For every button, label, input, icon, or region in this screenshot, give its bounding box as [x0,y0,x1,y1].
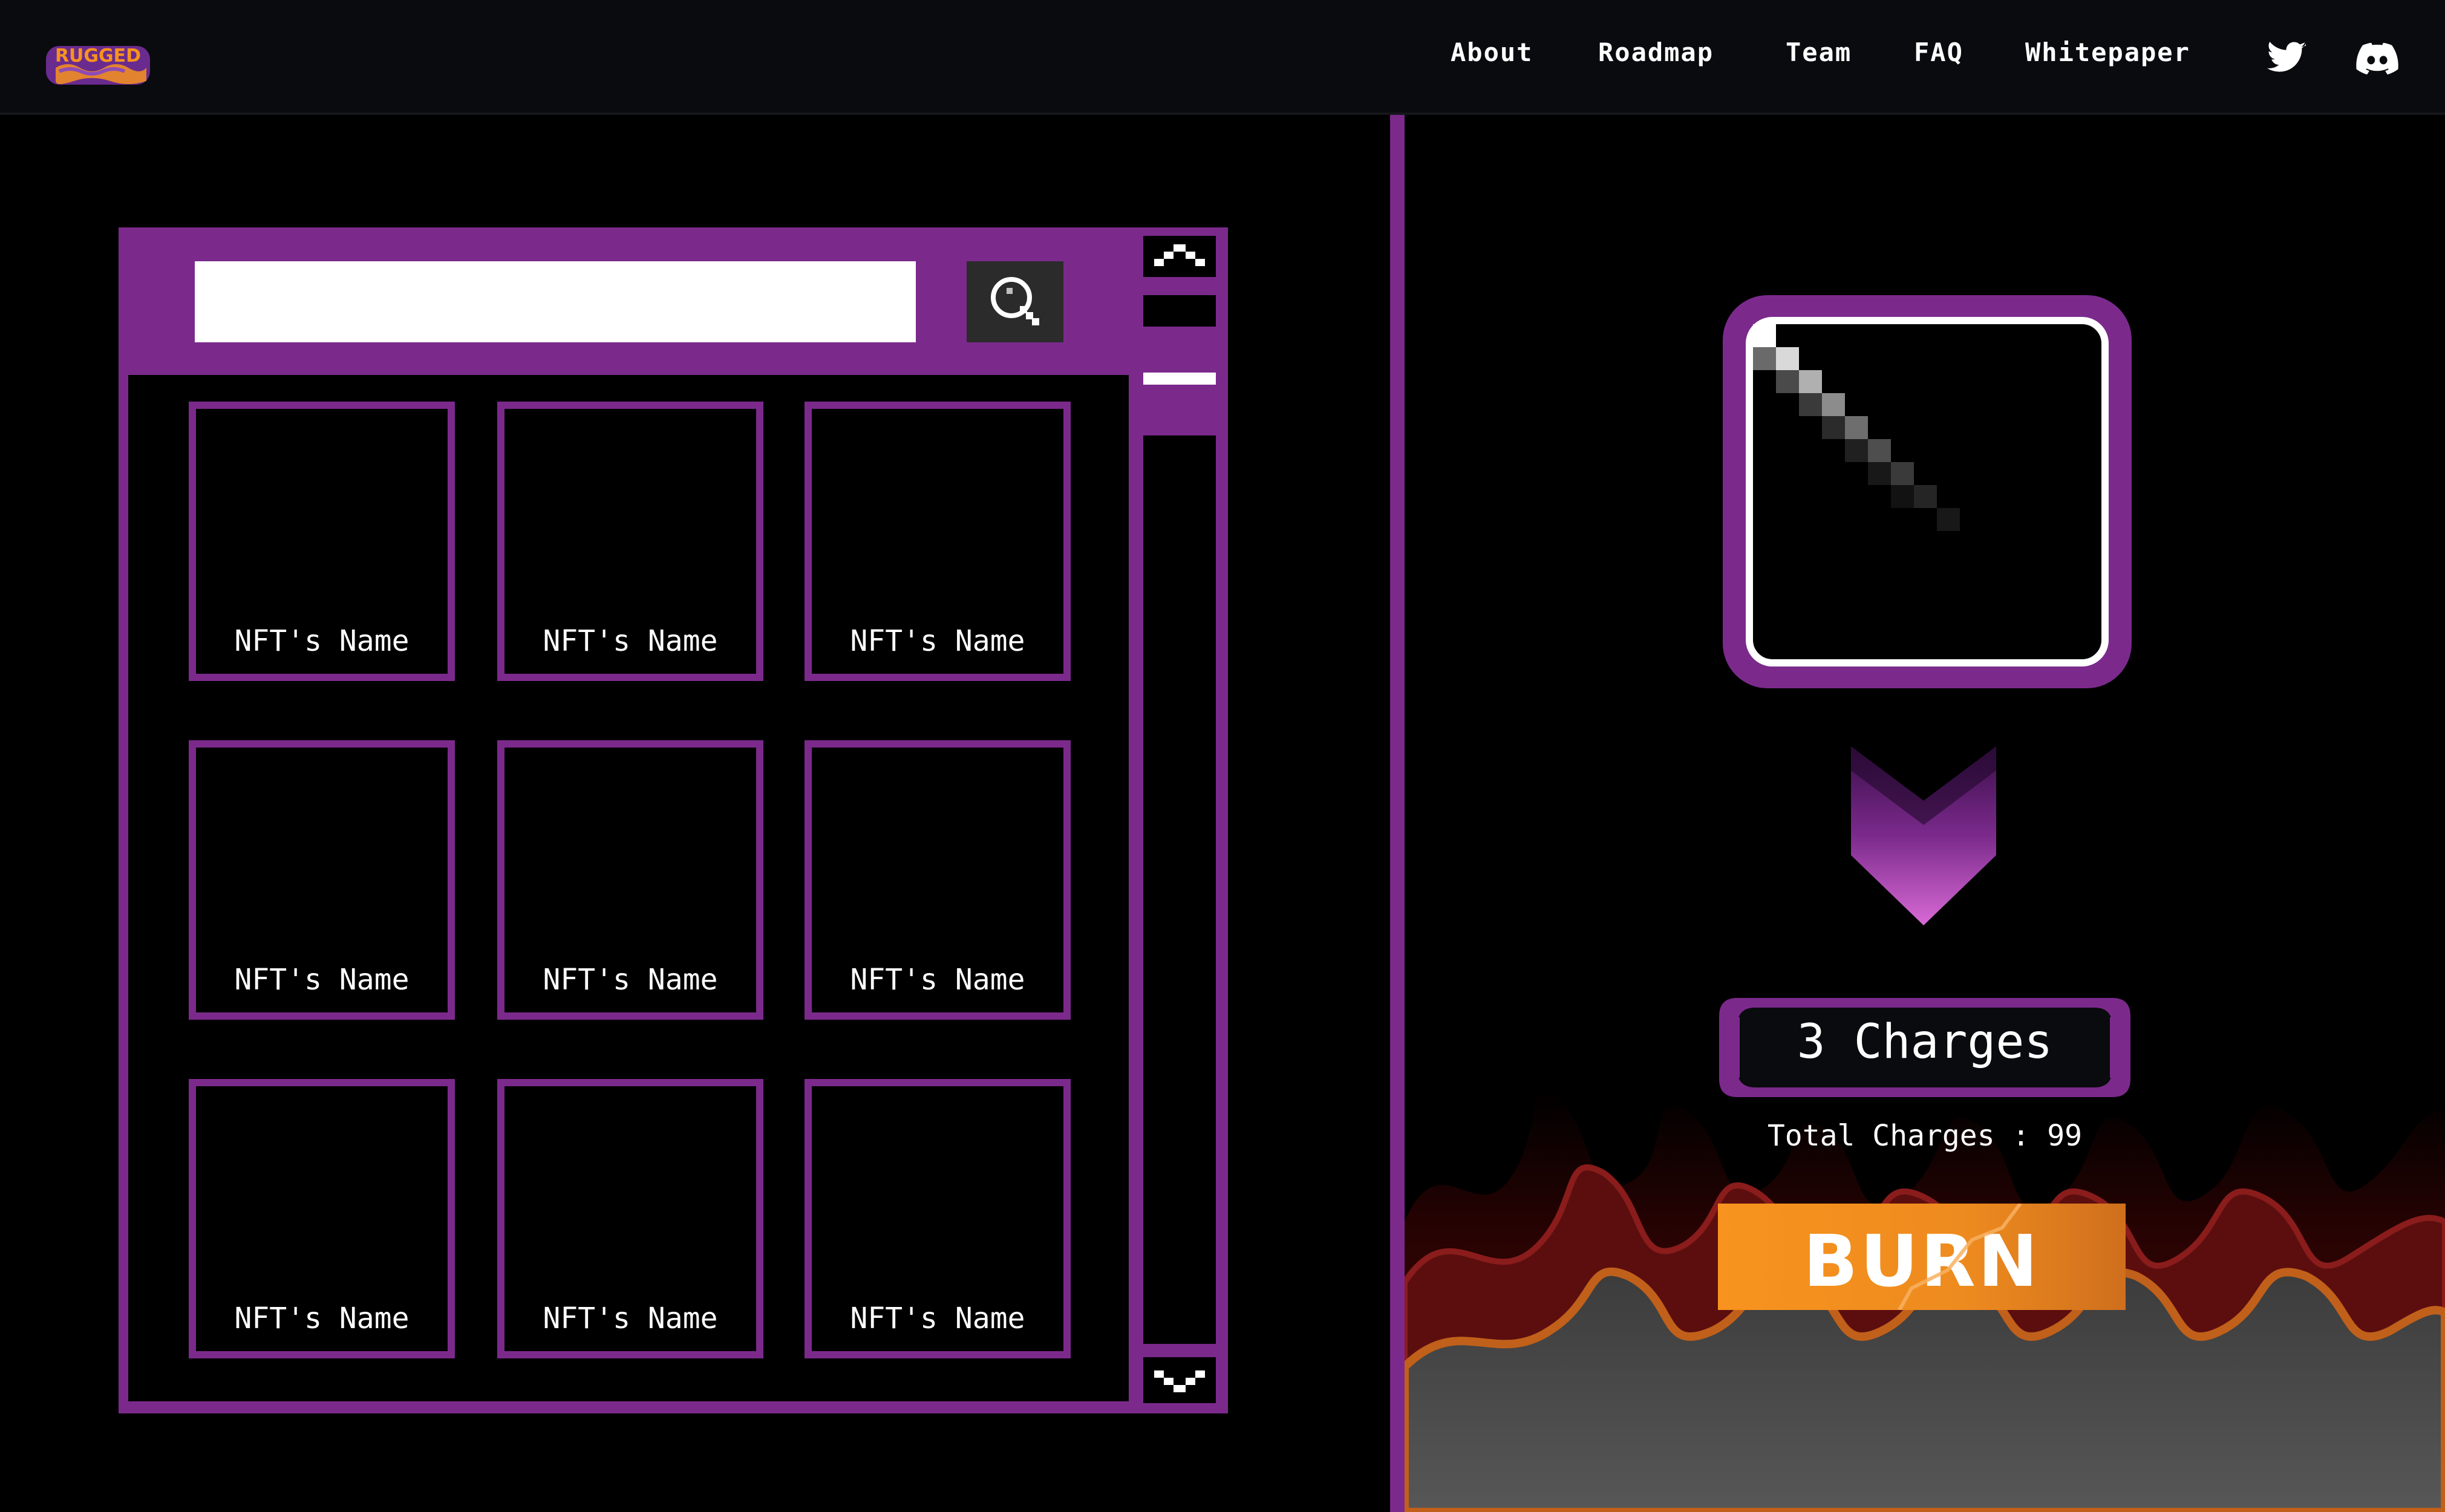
nav-about[interactable]: About [1451,37,1533,67]
scrollbar-track[interactable] [1143,435,1216,1344]
nav-faq[interactable]: FAQ [1914,37,1964,67]
nft-card[interactable]: NFT's Name [497,1079,763,1358]
charges-count: 3 Charges [1797,1015,2053,1069]
nft-selector-panel: NFT's Name NFT's Name NFT's Name NFT's N… [119,227,1228,1413]
logo-text: RUGGED [55,45,141,67]
search-button[interactable] [967,261,1063,342]
nft-card[interactable]: NFT's Name [497,402,763,681]
twitter-icon[interactable] [2262,37,2311,80]
nft-name: NFT's Name [850,624,1025,658]
selected-nft-frame [1723,295,2132,688]
chevron-down-icon [1154,1370,1205,1392]
nft-name: NFT's Name [543,1302,718,1335]
nft-name: NFT's Name [850,1302,1025,1335]
nft-grid: NFT's Name NFT's Name NFT's Name NFT's N… [128,375,1129,1401]
burn-button[interactable]: BURN [1718,1204,2126,1310]
rugged-logo[interactable]: RUGGED [44,31,152,92]
nav-roadmap[interactable]: Roadmap [1598,37,1714,67]
nft-name: NFT's Name [543,963,718,997]
scroll-page-up[interactable] [1143,295,1216,327]
crack-decoration [1898,1204,2022,1310]
nft-card[interactable]: NFT's Name [497,740,763,1020]
loading-sparkle-icon [1753,324,1960,531]
nft-card[interactable]: NFT's Name [189,740,455,1020]
nft-name: NFT's Name [234,624,410,658]
scroll-down-button[interactable] [1143,1357,1216,1403]
scrollbar-thumb[interactable] [1143,373,1216,385]
nft-name: NFT's Name [850,963,1025,997]
arrow-down-icon [1851,746,1996,925]
discord-icon[interactable] [2353,37,2401,80]
nft-name: NFT's Name [543,624,718,658]
charges-display: 3 Charges [1713,986,2137,1109]
chevron-up-icon [1154,244,1205,266]
nft-card[interactable]: NFT's Name [189,402,455,681]
search-input[interactable] [195,261,916,342]
selected-nft-slot[interactable] [1746,317,2109,666]
scroll-up-button[interactable] [1143,236,1216,277]
nft-card[interactable]: NFT's Name [189,1079,455,1358]
nft-card[interactable]: NFT's Name [805,1079,1071,1358]
nav-team[interactable]: Team [1786,37,1852,67]
site-header: RUGGED About Roadmap Team FAQ Whitepaper [0,0,2445,115]
search-icon [991,277,1039,325]
panel-divider [1390,115,1405,1512]
nft-name: NFT's Name [234,1302,410,1335]
nft-card[interactable]: NFT's Name [805,402,1071,681]
nft-card[interactable]: NFT's Name [805,740,1071,1020]
total-charges: Total Charges : 99 [1767,1119,2083,1153]
nft-name: NFT's Name [234,963,410,997]
nav-whitepaper[interactable]: Whitepaper [2025,37,2190,67]
